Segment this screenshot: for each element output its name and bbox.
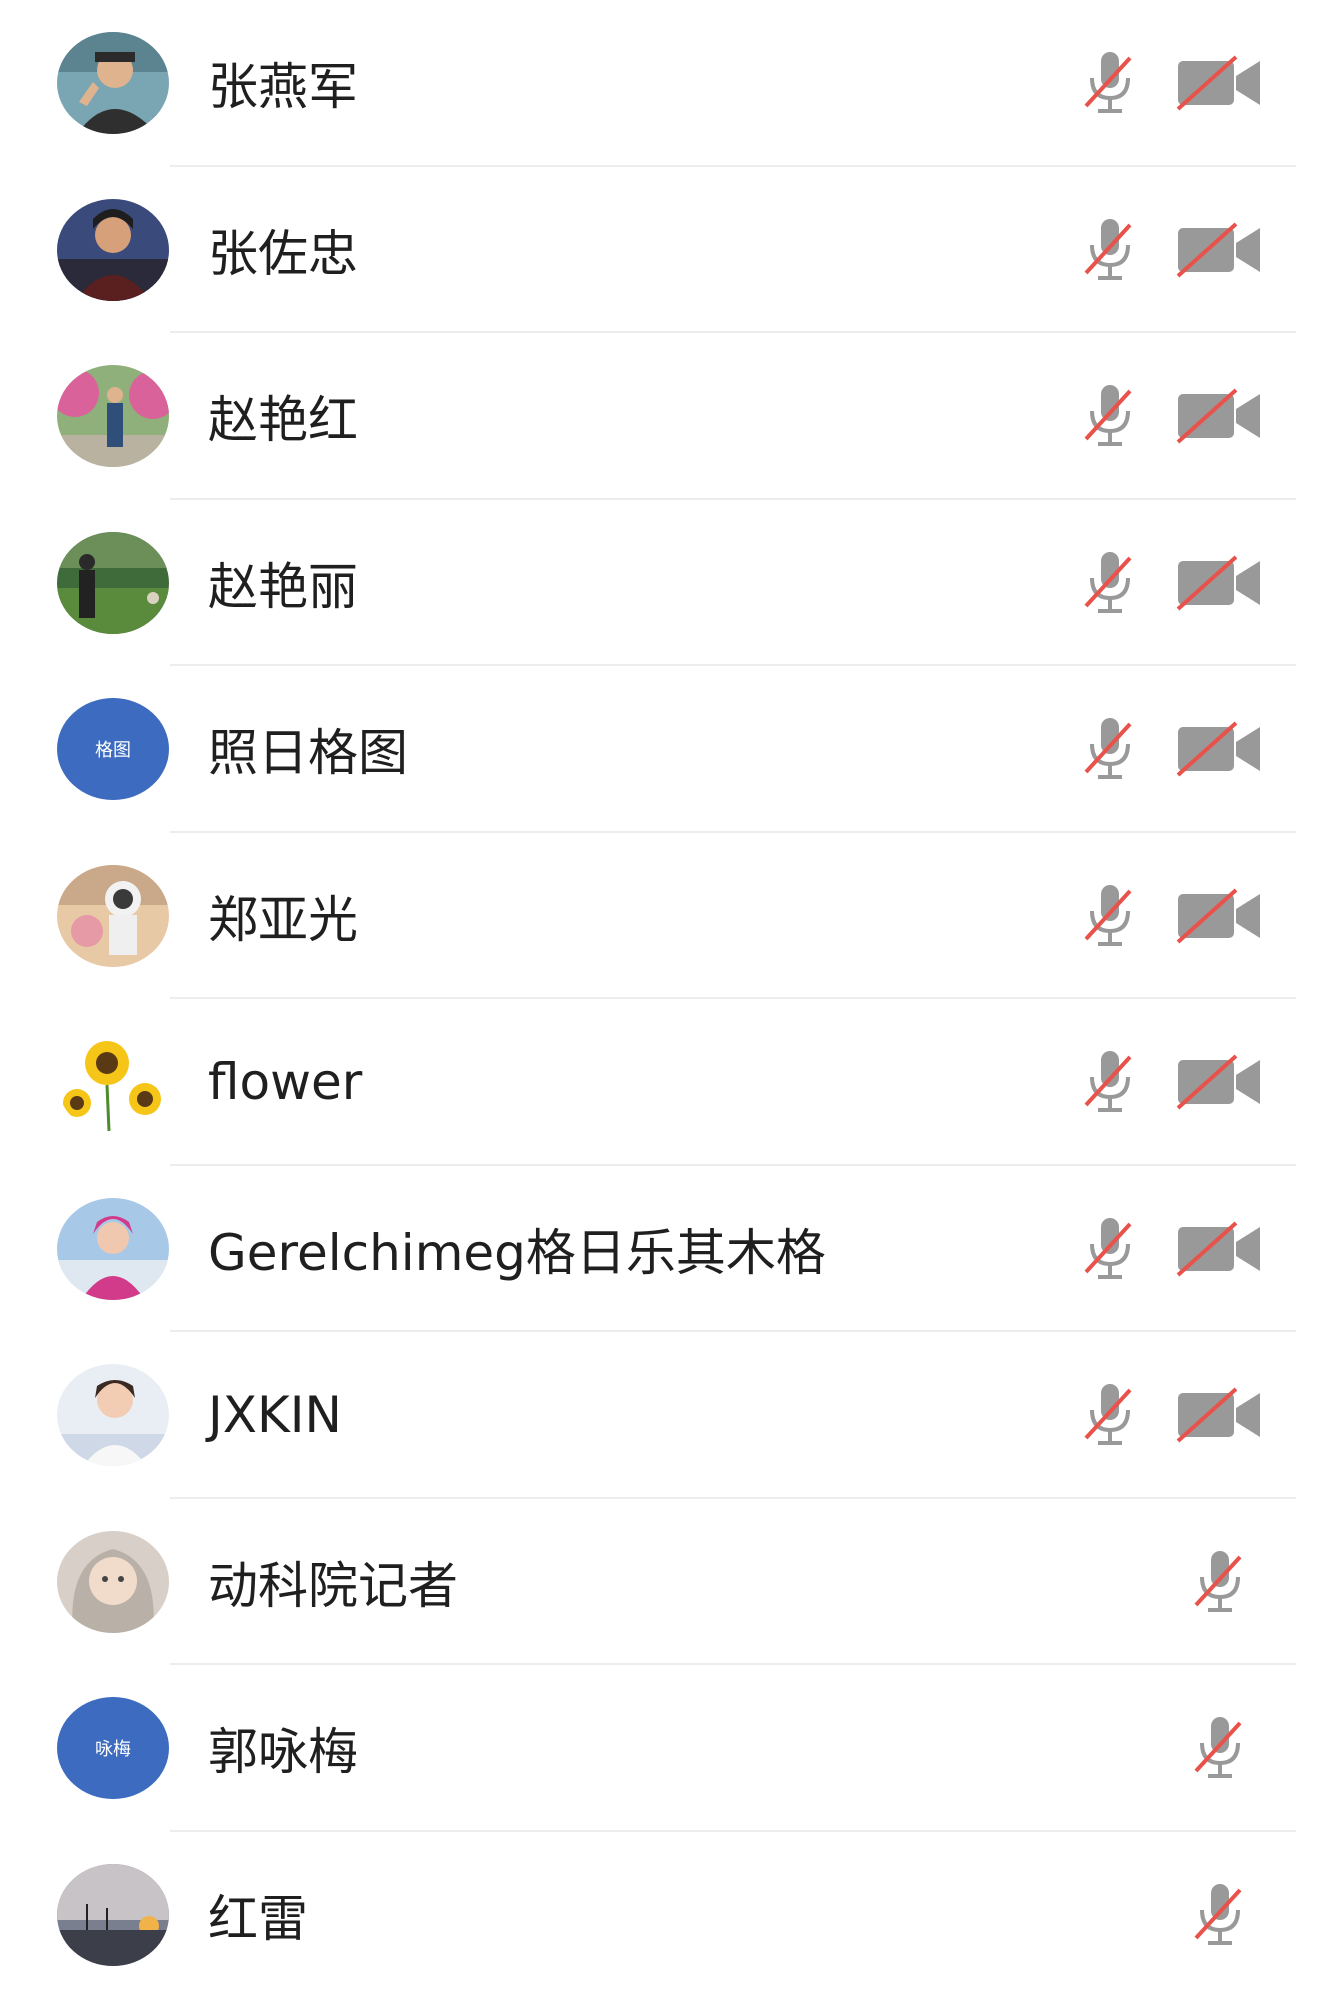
participant-row[interactable]: flower: [0, 999, 1344, 1166]
participant-row[interactable]: 张佐忠: [0, 167, 1344, 333]
mic-off-icon[interactable]: [1080, 714, 1140, 784]
participant-row[interactable]: 格图 照日格图: [0, 666, 1344, 833]
video-off-icon[interactable]: [1176, 1221, 1262, 1277]
participant-row[interactable]: 咏梅 郭咏梅: [0, 1665, 1344, 1832]
avatar: [57, 1364, 169, 1466]
avatar: [57, 1530, 169, 1633]
video-off-icon[interactable]: [1176, 721, 1262, 777]
participant-name: 张佐忠: [208, 224, 358, 283]
mic-off-icon[interactable]: [1080, 881, 1140, 951]
participant-name: 照日格图: [208, 724, 408, 783]
avatar: [57, 1197, 169, 1300]
avatar: 格图: [57, 698, 169, 800]
video-off-icon[interactable]: [1176, 1054, 1262, 1110]
participant-row[interactable]: 张燕军: [0, 0, 1344, 167]
participant-name: Gerelchimeg格日乐其木格: [208, 1223, 826, 1282]
mic-off-icon[interactable]: [1190, 1713, 1250, 1783]
video-off-icon[interactable]: [1176, 222, 1262, 278]
mic-off-icon[interactable]: [1190, 1547, 1250, 1617]
avatar: 咏梅: [57, 1697, 169, 1799]
avatar: [57, 864, 169, 967]
participant-name: 赵艳丽: [208, 557, 358, 616]
avatar: [57, 1031, 169, 1133]
video-off-icon[interactable]: [1176, 55, 1262, 111]
participant-row[interactable]: Gerelchimeg格日乐其木格: [0, 1166, 1344, 1332]
video-off-icon[interactable]: [1176, 888, 1262, 944]
participant-name: 动科院记者: [208, 1556, 458, 1615]
participant-name: flower: [208, 1053, 363, 1112]
participant-row[interactable]: 赵艳红: [0, 333, 1344, 500]
mic-off-icon[interactable]: [1080, 48, 1140, 118]
participant-row[interactable]: JXKIN: [0, 1332, 1344, 1499]
participant-name: 郭咏梅: [208, 1723, 358, 1782]
mic-off-icon[interactable]: [1080, 215, 1140, 285]
participant-name: 郑亚光: [208, 890, 358, 949]
participant-name: 赵艳红: [208, 391, 358, 450]
participant-name: JXKIN: [208, 1386, 342, 1445]
video-off-icon[interactable]: [1176, 1387, 1262, 1443]
mic-off-icon[interactable]: [1190, 1880, 1250, 1950]
avatar: [57, 32, 169, 134]
mic-off-icon[interactable]: [1080, 1380, 1140, 1450]
avatar: [57, 365, 169, 467]
avatar: [57, 531, 169, 634]
participant-list: 张燕军 张佐忠 赵艳红 赵艳丽 格图 照日格图 郑亚光 flower Gerel…: [0, 0, 1344, 2000]
participant-name: 张燕军: [208, 58, 358, 117]
mic-off-icon[interactable]: [1080, 1047, 1140, 1117]
video-off-icon[interactable]: [1176, 388, 1262, 444]
mic-off-icon[interactable]: [1080, 1214, 1140, 1284]
avatar: [57, 1863, 169, 1966]
participant-row[interactable]: 郑亚光: [0, 833, 1344, 999]
participant-row[interactable]: 赵艳丽: [0, 500, 1344, 666]
video-off-icon[interactable]: [1176, 555, 1262, 611]
mic-off-icon[interactable]: [1080, 381, 1140, 451]
participant-row[interactable]: 红雷: [0, 1832, 1344, 1999]
mic-off-icon[interactable]: [1080, 548, 1140, 618]
participant-name: 红雷: [208, 1889, 308, 1948]
participant-row[interactable]: 动科院记者: [0, 1499, 1344, 1665]
avatar: [57, 198, 169, 301]
